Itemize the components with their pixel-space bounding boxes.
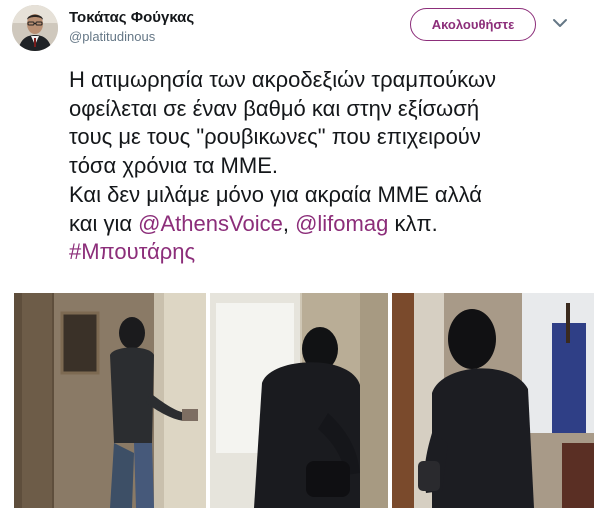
media-photo-1[interactable] [14,293,206,508]
media-photo-2[interactable] [210,293,388,508]
tweet-text-line: τους με τους "ρουβικωνες" που επιχειρούν [69,124,481,150]
chevron-down-icon[interactable] [550,16,570,30]
hashtag-link[interactable]: #Μπουτάρης [69,239,195,264]
avatar-image [12,5,58,51]
author-display-name[interactable]: Τοκάτας Φούγκας [69,9,194,26]
mention-lifomag[interactable]: @lifomag [295,211,388,236]
tweet-text-line-hashtag: #Μπουτάρης [69,238,589,267]
mentions-prefix: και για [69,210,139,236]
tweet-text-line: τόσα χρόνια τα ΜΜΕ. [69,153,278,179]
mentions-suffix: κλπ. [388,210,438,236]
tweet-text-line: Και δεν μιλάμε μόνο για ακραία ΜΜΕ αλλά [69,181,483,207]
media-photo-3[interactable] [392,293,594,508]
mention-athensvoice[interactable]: @AthensVoice [138,211,283,236]
tweet-text-line-mentions: και για @AthensVoice, @lifomag κλπ. [69,210,589,239]
tweet: Τοκάτας Φούγκας @platitudinous Ακολουθήσ… [0,0,594,508]
tweet-text-line: οφείλεται σε έναν βαθμό και στην εξίσωσή [69,95,480,121]
tweet-text-line: Η ατιμωρησία των ακροδεξιών τραμπούκων [69,67,497,92]
avatar[interactable] [12,5,58,51]
author-handle[interactable]: @platitudinous [69,29,155,44]
follow-button[interactable]: Ακολουθήστε [410,8,536,41]
media-grid [14,293,594,508]
mentions-separator: , [282,210,296,236]
tweet-text: Η ατιμωρησία των ακροδεξιών τραμπούκων ο… [69,66,589,267]
